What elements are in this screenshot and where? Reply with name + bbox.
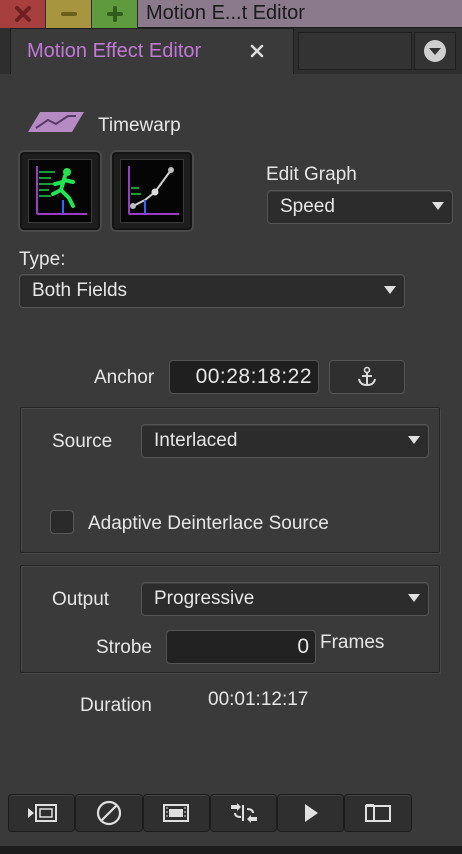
panel-menu-button[interactable] <box>414 32 456 70</box>
anchor-button[interactable] <box>329 360 405 394</box>
position-graph-button[interactable] <box>110 150 194 232</box>
tab-title: Motion Effect Editor <box>27 40 202 62</box>
render-effect-icon <box>27 804 57 822</box>
play-button[interactable] <box>277 794 345 832</box>
window-minimize-button[interactable] <box>46 0 92 28</box>
strobe-field[interactable]: 0 <box>166 630 316 664</box>
window-maximize-button[interactable] <box>92 0 138 28</box>
chevron-down-icon <box>408 436 420 444</box>
window-close-button[interactable] <box>0 0 46 28</box>
x-icon[interactable] <box>249 43 265 59</box>
chevron-down-icon <box>408 594 420 602</box>
edit-graph-label: Edit Graph <box>266 164 357 185</box>
bottom-edge <box>0 846 462 854</box>
swap-button[interactable] <box>209 794 278 832</box>
type-dropdown[interactable]: Both Fields <box>19 274 405 308</box>
swap-icon <box>230 803 257 823</box>
play-icon <box>304 804 318 822</box>
source-label: Source <box>52 431 113 452</box>
chevron-down-icon <box>432 202 444 210</box>
chevron-down-circle-icon <box>424 40 446 62</box>
duration-value: 00:01:12:17 <box>208 689 309 710</box>
effect-name: Timewarp <box>98 115 181 136</box>
anchor-timecode-field[interactable]: 00:28:18:22 <box>169 360 319 394</box>
tab-empty-slot <box>298 32 412 70</box>
panel-icon <box>365 804 392 822</box>
close-icon <box>14 6 31 22</box>
adaptive-deinterlace-label: Adaptive Deinterlace Source <box>88 513 329 534</box>
source-value: Interlaced <box>154 430 238 451</box>
output-label: Output <box>52 589 110 610</box>
strobe-value: 0 <box>297 635 309 658</box>
tab-bar: Motion Effect Editor <box>0 28 462 74</box>
type-value: Both Fields <box>32 280 128 301</box>
adaptive-deinterlace-checkbox[interactable] <box>50 510 74 534</box>
window-title-bar[interactable]: Motion E...t Editor <box>0 0 462 28</box>
film-strip-button[interactable] <box>142 794 210 832</box>
output-value: Progressive <box>154 588 255 609</box>
duration-label: Duration <box>80 695 152 716</box>
window-title: Motion E...t Editor <box>146 2 305 24</box>
tab-motion-effect-editor[interactable]: Motion Effect Editor <box>10 28 294 74</box>
bottom-toolbar <box>8 794 412 832</box>
chevron-down-icon <box>384 286 396 294</box>
anchor-timecode-value: 00:28:18:22 <box>195 365 312 388</box>
type-label: Type: <box>19 249 66 270</box>
strobe-unit: Frames <box>320 632 385 653</box>
strobe-label: Strobe <box>96 637 152 658</box>
disable-icon <box>96 800 122 826</box>
anchor-icon <box>358 366 376 387</box>
disable-button[interactable] <box>75 794 143 832</box>
position-graph-icon <box>128 166 179 215</box>
plus-icon <box>106 6 123 22</box>
anchor-label: Anchor <box>94 367 155 388</box>
minus-icon <box>60 12 77 16</box>
film-strip-icon <box>163 804 190 822</box>
panel-button[interactable] <box>344 794 412 832</box>
timewarp-icon <box>28 112 84 132</box>
speed-graph-button[interactable] <box>18 150 102 232</box>
edit-graph-dropdown[interactable]: Speed <box>267 190 453 224</box>
source-dropdown[interactable]: Interlaced <box>141 424 429 458</box>
render-effect-button[interactable] <box>8 794 76 832</box>
edit-graph-value: Speed <box>280 196 335 217</box>
speed-graph-icon <box>36 166 87 215</box>
output-dropdown[interactable]: Progressive <box>141 582 429 616</box>
